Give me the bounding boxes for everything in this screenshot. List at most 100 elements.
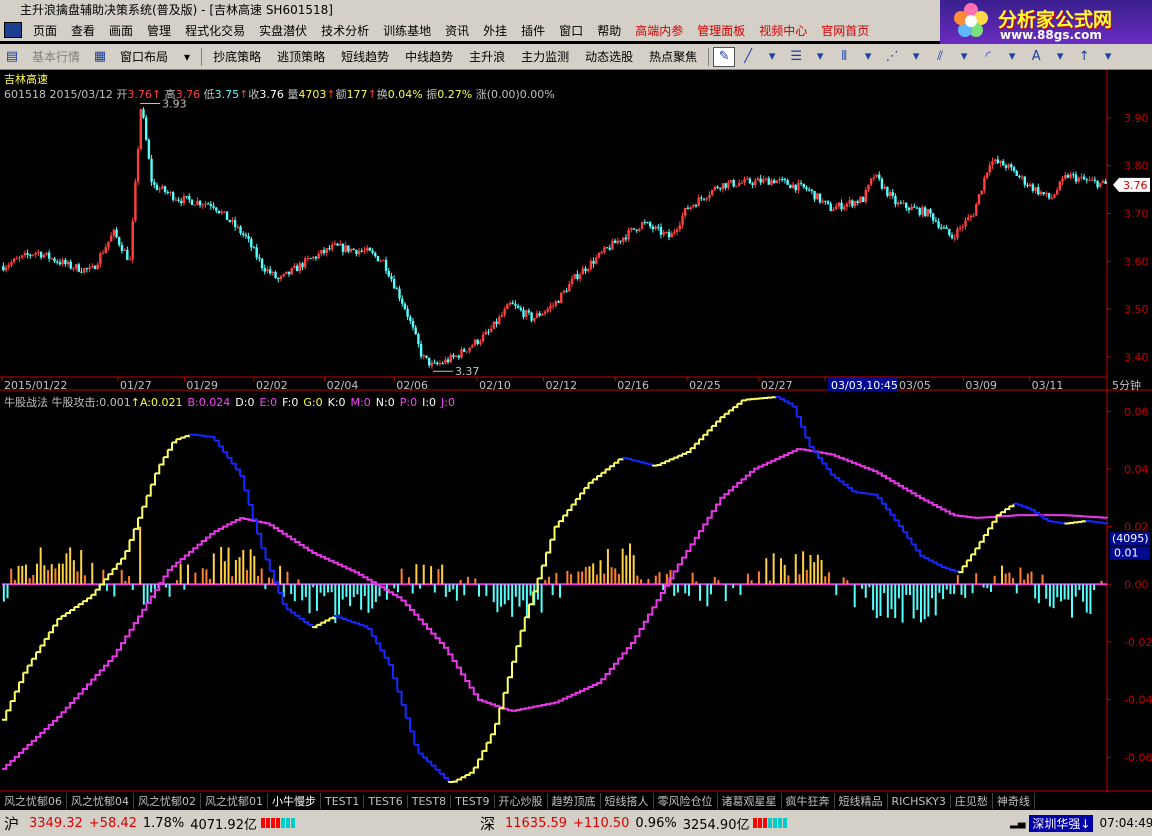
formula-tab[interactable]: TEST8: [408, 794, 452, 808]
menu-item[interactable]: 外挂: [476, 22, 514, 39]
high-label: 高: [164, 88, 176, 101]
strategy-button[interactable]: 主升浪: [461, 48, 513, 65]
window-layout-button[interactable]: 窗口布局: [112, 48, 176, 65]
candle-body: [118, 237, 121, 245]
formula-tab[interactable]: TEST6: [364, 794, 408, 808]
candle-body: [153, 182, 156, 185]
candle-body: [430, 362, 434, 366]
menu-item[interactable]: 查看: [64, 22, 102, 39]
menu-item[interactable]: 实盘潜伏: [252, 22, 314, 39]
formula-tab[interactable]: 短线精品: [835, 793, 888, 809]
arc-tool-dropdown-icon[interactable]: ▾: [1001, 47, 1023, 67]
change-value: (0.00)0.00%: [486, 88, 555, 101]
menu-item[interactable]: 训练基地: [376, 22, 438, 39]
main-series-segment: [626, 457, 632, 461]
menu-item[interactable]: 窗口: [552, 22, 590, 39]
main-series-segment: [962, 560, 968, 568]
formula-tab[interactable]: 短线搭人: [601, 793, 654, 809]
amplitude-label: 振: [426, 88, 438, 101]
gann-tool-icon[interactable]: ⫽: [929, 47, 951, 67]
candle-body: [387, 270, 390, 277]
strategy-button[interactable]: 热点聚焦: [641, 48, 705, 65]
candle-body: [748, 178, 752, 184]
formula-tab[interactable]: 小牛慢步: [268, 793, 321, 809]
candle-body: [807, 189, 811, 191]
menu-item[interactable]: 资讯: [438, 22, 476, 39]
strategy-button[interactable]: 逃顶策略: [269, 48, 333, 65]
candle-body: [754, 180, 757, 185]
formula-tab[interactable]: 风之忧郁04: [67, 793, 134, 809]
text-tool-dropdown-icon[interactable]: ▾: [1049, 47, 1071, 67]
line-tool-dropdown-icon[interactable]: ▾: [761, 47, 783, 67]
formula-tab[interactable]: 零风险仓位: [654, 793, 718, 809]
channel-tool-dropdown-icon[interactable]: ▾: [809, 47, 831, 67]
menu-item[interactable]: 程式化交易: [178, 22, 252, 39]
candle-body: [411, 320, 415, 328]
fan-tool-icon[interactable]: ⋰: [881, 47, 903, 67]
chart-canvas[interactable]: 3.903.803.703.603.503.403.933.373.762015…: [0, 70, 1152, 792]
strategy-button[interactable]: 短线趋势: [333, 48, 397, 65]
series-a-line: [2, 448, 1108, 770]
gann-tool-dropdown-icon[interactable]: ▾: [953, 47, 975, 67]
fan-tool-dropdown-icon[interactable]: ▾: [905, 47, 927, 67]
text-tool-icon[interactable]: A: [1025, 47, 1047, 67]
formula-tab[interactable]: 风之忧郁06: [0, 793, 67, 809]
candle-body: [875, 174, 878, 178]
main-series-segment: [728, 407, 734, 412]
candle-body: [47, 252, 51, 259]
strategy-button[interactable]: 中线趋势: [397, 48, 461, 65]
candle-body: [783, 179, 787, 181]
candle-body: [826, 201, 830, 204]
menu-item-highlight[interactable]: 视频中心: [752, 22, 814, 39]
menu-item-highlight[interactable]: 官网首页: [814, 22, 876, 39]
formula-tab[interactable]: 开心炒股: [495, 793, 548, 809]
arrow-tool-icon[interactable]: ↑: [1073, 47, 1095, 67]
chart-logo-icon[interactable]: [4, 22, 22, 38]
formula-tab[interactable]: RICHSKY3: [888, 794, 951, 808]
menu-item[interactable]: 技术分析: [314, 22, 376, 39]
close-value: 3.76: [259, 88, 284, 101]
formula-tab[interactable]: 庄见愁: [951, 793, 993, 809]
cycle-tool-icon[interactable]: ⦀: [833, 47, 855, 67]
strategy-button[interactable]: 主力监测: [513, 48, 577, 65]
main-series-segment: [852, 490, 858, 493]
formula-tab[interactable]: 神奇线: [993, 793, 1035, 809]
basic-quote-button[interactable]: 基本行情: [24, 48, 88, 65]
main-series-segment: [932, 561, 938, 565]
formula-tab[interactable]: TEST9: [451, 794, 495, 808]
formula-tab[interactable]: 疯牛狂奔: [782, 793, 835, 809]
menu-item[interactable]: 插件: [514, 22, 552, 39]
main-series-segment: [31, 652, 37, 660]
menu-item[interactable]: 画面: [102, 22, 140, 39]
main-series-segment: [503, 677, 509, 694]
window-layout-dropdown-icon[interactable]: ▾: [176, 50, 198, 64]
strategy-button[interactable]: 抄底策略: [205, 48, 269, 65]
menu-item[interactable]: 管理: [140, 22, 178, 39]
arc-tool-icon[interactable]: ◜: [977, 47, 999, 67]
stock-tip[interactable]: 深圳华强↓: [1029, 814, 1094, 832]
candle-body: [646, 222, 649, 224]
chart-area[interactable]: 3.90 3.80 3.70 3.60 3.50 3.40 3.93 3.37 3.76 2015…: [0, 70, 1152, 792]
arrow-tool-dropdown-icon[interactable]: ▾: [1097, 47, 1119, 67]
cycle-tool-dropdown-icon[interactable]: ▾: [857, 47, 879, 67]
period-label[interactable]: 5分钟: [1112, 378, 1141, 392]
draw-select-icon[interactable]: ✎: [713, 46, 736, 67]
menu-item-highlight[interactable]: 管理面板: [690, 22, 752, 39]
channel-tool-icon[interactable]: ☰: [785, 47, 807, 67]
formula-tab[interactable]: 趋势顶底: [548, 793, 601, 809]
menu-item-highlight[interactable]: 高端内参: [628, 22, 690, 39]
strategy-button[interactable]: 动态选股: [577, 48, 641, 65]
formula-tab[interactable]: TEST1: [321, 794, 365, 808]
formula-tab[interactable]: 风之忧郁01: [201, 793, 268, 809]
formula-tab[interactable]: 风之忧郁02: [134, 793, 201, 809]
sz-index-label: 深: [479, 814, 495, 833]
main-series-segment: [983, 528, 989, 537]
menu-item[interactable]: 帮助: [590, 22, 628, 39]
formula-tab[interactable]: 诸葛观星星: [718, 793, 782, 809]
brand-url[interactable]: www.88gs.com: [1000, 28, 1102, 42]
main-series-segment: [975, 541, 981, 550]
menu-item[interactable]: 页面: [26, 22, 64, 39]
candle-body: [433, 362, 436, 364]
line-tool-icon[interactable]: ╱: [737, 47, 759, 67]
main-series-segment: [869, 493, 875, 496]
